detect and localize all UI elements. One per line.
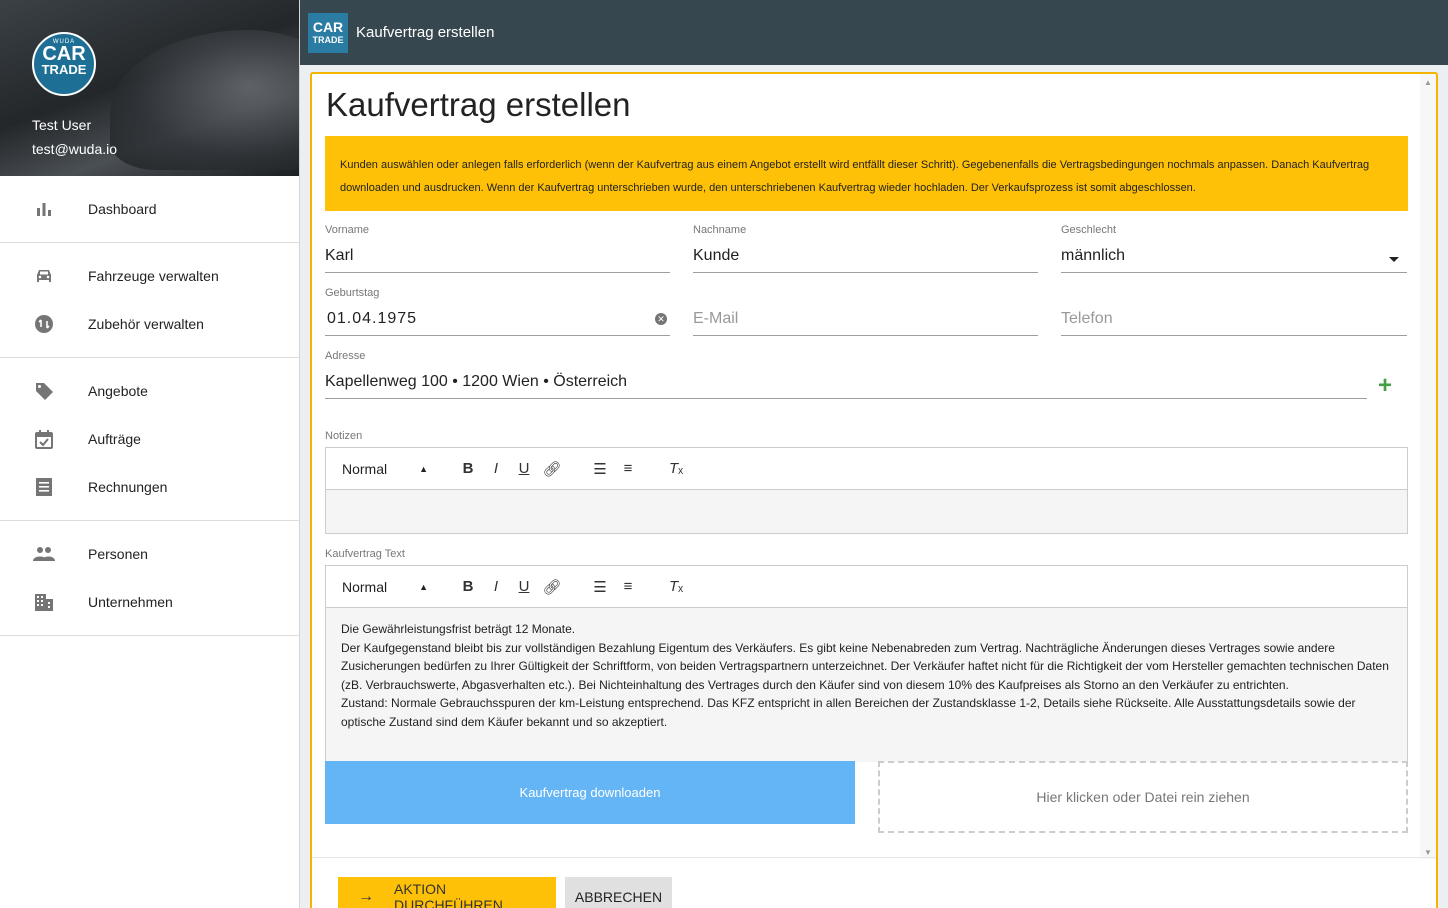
kaufvertrag-label-wrap: Kaufvertrag Text [325, 548, 405, 560]
add-address-icon[interactable]: + [1378, 372, 1392, 400]
nachname-input[interactable]: Kunde [693, 247, 1038, 273]
contract-paragraph: Der Kaufgegenstand bleibt bis zur vollst… [341, 640, 1389, 692]
email-field[interactable]: E-Mail [693, 287, 1038, 336]
sidebar-item-auftraege[interactable]: Aufträge [0, 415, 299, 463]
editor-toolbar: Normal ▲ B I U 🔗︎ ☰ ≡ Tₓ [326, 566, 1407, 608]
people-icon [32, 542, 56, 566]
divider [312, 857, 1436, 858]
updown-icon: ▲ [419, 463, 428, 474]
sidebar-nav: Dashboard Fahrzeuge verwalten Zubehör ve… [0, 176, 299, 636]
scroll-up-icon[interactable]: ▲ [1424, 78, 1432, 87]
vorname-field[interactable]: Vorname Karl [325, 224, 670, 273]
bold-icon[interactable]: B [454, 460, 482, 477]
geschlecht-value[interactable]: männlich [1061, 247, 1407, 273]
scrollbar[interactable]: ▲ ▼ [1420, 74, 1436, 859]
telefon-input[interactable]: Telefon [1061, 310, 1407, 336]
format-select[interactable]: Normal ▲ [342, 461, 428, 477]
format-select[interactable]: Normal ▲ [342, 579, 428, 595]
sidebar-item-angebote[interactable]: Angebote [0, 367, 299, 415]
clear-format-icon[interactable]: Tₓ [662, 460, 690, 477]
dropdown-arrow-icon[interactable] [1389, 257, 1399, 262]
nav-group: Angebote Aufträge Rechnungen [0, 358, 299, 521]
download-contract-button[interactable]: Kaufvertrag downloaden [325, 761, 855, 824]
sidebar-item-personen[interactable]: Personen [0, 530, 299, 578]
cancel-button[interactable]: ABBRECHEN [565, 877, 672, 908]
notizen-label-wrap: Notizen [325, 430, 363, 442]
header-car-image [110, 30, 299, 170]
info-banner: Kunden auswählen oder anlegen falls erfo… [325, 136, 1408, 211]
sidebar-item-unternehmen[interactable]: Unternehmen [0, 578, 299, 626]
notizen-body[interactable] [326, 490, 1407, 533]
ordered-list-icon[interactable]: ☰ [586, 460, 614, 478]
topbar-logo[interactable]: CAR TRADE [308, 12, 348, 53]
adresse-input[interactable]: Kapellenweg 100 • 1200 Wien • Österreich [325, 373, 1367, 399]
contract-paragraph: Zustand: Normale Gebrauchsspuren der km-… [341, 696, 1356, 729]
geburtstag-field[interactable]: Geburtstag 01.04.1975 ✕ [325, 287, 670, 336]
sidebar: WUDA CAR TRADE Test User test@wuda.io Da… [0, 0, 300, 908]
sidebar-item-zubehoer[interactable]: Zubehör verwalten [0, 300, 299, 348]
nav-group: Personen Unternehmen [0, 521, 299, 636]
cartrade-logo: WUDA CAR TRADE [32, 32, 96, 96]
geschlecht-select[interactable]: Geschlecht männlich [1061, 224, 1407, 273]
user-email: test@wuda.io [32, 141, 118, 157]
bullet-list-icon[interactable]: ≡ [614, 578, 642, 595]
car-icon [32, 264, 56, 288]
bold-icon[interactable]: B [454, 578, 482, 595]
telefon-field[interactable]: Telefon [1061, 287, 1407, 336]
topbar-title: Kaufvertrag erstellen [356, 24, 495, 41]
adresse-field[interactable]: Adresse Kapellenweg 100 • 1200 Wien • Ös… [325, 350, 1367, 399]
sidebar-item-dashboard[interactable]: Dashboard [0, 185, 299, 233]
accessory-icon [32, 312, 56, 336]
scroll-down-icon[interactable]: ▼ [1424, 848, 1432, 857]
clear-date-icon[interactable]: ✕ [655, 313, 667, 325]
contract-form-card: Kaufvertrag erstellen Kunden auswählen o… [310, 72, 1438, 908]
nachname-field[interactable]: Nachname Kunde [693, 224, 1038, 273]
link-icon[interactable]: 🔗︎ [538, 578, 566, 596]
updown-icon: ▲ [419, 581, 428, 592]
email-input[interactable]: E-Mail [693, 310, 1038, 336]
editor-toolbar: Normal ▲ B I U 🔗︎ ☰ ≡ Tₓ [326, 448, 1407, 490]
underline-icon[interactable]: U [510, 460, 538, 477]
notizen-editor[interactable]: Normal ▲ B I U 🔗︎ ☰ ≡ Tₓ [325, 447, 1408, 534]
sidebar-item-rechnungen[interactable]: Rechnungen [0, 463, 299, 511]
tag-icon [32, 379, 56, 403]
link-icon[interactable]: 🔗︎ [538, 460, 566, 478]
sidebar-header: WUDA CAR TRADE Test User test@wuda.io [0, 0, 299, 176]
underline-icon[interactable]: U [510, 578, 538, 595]
clear-format-icon[interactable]: Tₓ [662, 578, 690, 595]
nav-group: Dashboard [0, 176, 299, 243]
arrow-right-icon: → [358, 888, 374, 905]
building-icon [32, 590, 56, 614]
perform-action-button[interactable]: → AKTION DURCHFÜHREN [338, 877, 556, 908]
vorname-input[interactable]: Karl [325, 247, 670, 273]
page-title: Kaufvertrag erstellen [326, 86, 631, 123]
receipt-icon [32, 475, 56, 499]
top-app-bar: CAR TRADE Kaufvertrag erstellen [300, 0, 1448, 65]
contract-paragraph: Die Gewährleistungsfrist beträgt 12 Mona… [341, 622, 576, 636]
kaufvertrag-editor[interactable]: Normal ▲ B I U 🔗︎ ☰ ≡ Tₓ Die Gewährleist… [325, 565, 1408, 762]
calendar-check-icon [32, 427, 56, 451]
italic-icon[interactable]: I [482, 578, 510, 595]
geburtstag-input[interactable]: 01.04.1975 [325, 310, 670, 336]
bullet-list-icon[interactable]: ≡ [614, 460, 642, 477]
upload-dropzone[interactable]: Hier klicken oder Datei rein ziehen [878, 761, 1408, 833]
sidebar-item-fahrzeuge[interactable]: Fahrzeuge verwalten [0, 252, 299, 300]
user-name: Test User [32, 117, 92, 133]
kaufvertrag-body[interactable]: Die Gewährleistungsfrist beträgt 12 Mona… [326, 608, 1407, 762]
ordered-list-icon[interactable]: ☰ [586, 578, 614, 596]
italic-icon[interactable]: I [482, 460, 510, 477]
nav-group: Fahrzeuge verwalten Zubehör verwalten [0, 243, 299, 358]
bar-chart-icon [32, 197, 56, 221]
